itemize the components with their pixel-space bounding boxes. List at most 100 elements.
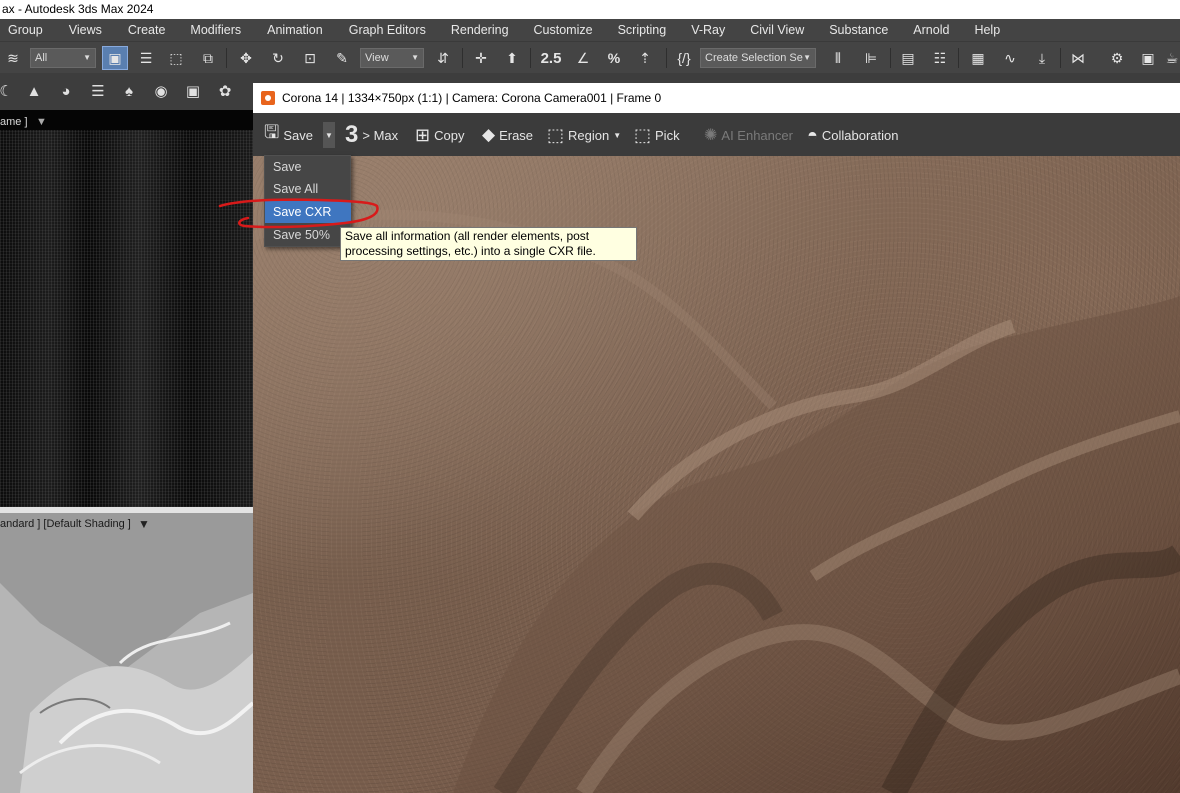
palette-icon[interactable]: ✿ [213, 79, 237, 103]
select-object-icon[interactable]: ▣ [102, 46, 128, 70]
layer-explorer-icon[interactable]: ☷ [928, 46, 952, 70]
render-setup-icon[interactable]: ⚙ [1104, 46, 1130, 70]
window-title: ax - Autodesk 3ds Max 2024 [0, 0, 1180, 19]
scene-explorer-icon[interactable]: ▤ [896, 46, 920, 70]
vfb-toolbar: 🖫 Save ▼ 3 > Max ⊞ Copy ◆ Erase ⬚ Region ▼ ⬚ Pi… [253, 113, 1180, 156]
pick-label: Pick [655, 127, 680, 143]
toolbar-divider [890, 48, 891, 68]
save-dropdown-menu: Save Save All Save CXR Save 50% [264, 155, 351, 247]
select-manipulate-icon[interactable]: ✛ [468, 46, 494, 70]
tooltip-line-1: Save all information (all render element… [345, 229, 590, 243]
region-label: Region [568, 127, 610, 143]
collaboration-icon: ◓ [807, 124, 818, 145]
spinner-snap-icon[interactable]: ⇡ [632, 46, 658, 70]
menu-modifiers[interactable]: Modifiers [190, 19, 241, 41]
corona-vfb-window: Corona 14 | 1334×750px (1:1) | Camera: C… [253, 83, 1180, 793]
collaboration-button[interactable]: ◓ Collaboration [807, 122, 898, 148]
menu-views[interactable]: Views [69, 19, 102, 41]
bulb-icon[interactable]: ♠ [117, 79, 141, 103]
viewport-bottom[interactable]: andard ] [Default Shading ] ▼ [0, 513, 253, 793]
menu-item-save-cxr[interactable]: Save CXR [265, 201, 351, 223]
pie-icon[interactable]: ◕ [54, 79, 78, 103]
window-crossing-icon[interactable]: ⧉ [196, 46, 220, 70]
viewport-label[interactable]: ame ] [0, 116, 28, 128]
named-selection-dropdown[interactable]: Create Selection Se ▼ [700, 48, 816, 68]
ref-coord-dropdown[interactable]: View ▼ [360, 48, 424, 68]
schematic-view-icon[interactable]: ⤓ [1030, 46, 1054, 70]
rect-selection-icon[interactable]: ⬚ [164, 46, 188, 70]
toolbar-divider [958, 48, 959, 68]
selection-filter-dropdown[interactable]: All ▼ [30, 48, 96, 68]
curve-editor-icon[interactable]: ∿ [998, 46, 1022, 70]
menu-vray[interactable]: V-Ray [691, 19, 725, 41]
menu-substance[interactable]: Substance [829, 19, 888, 41]
pick-button[interactable]: ⬚ Pick [634, 122, 680, 148]
ai-enhancer-icon: ✺ [704, 127, 718, 144]
keyboard-shortcut-icon[interactable]: ⬆ [500, 46, 524, 70]
save-button[interactable]: 🖫 Save [264, 122, 313, 148]
menu-rendering[interactable]: Rendering [451, 19, 509, 41]
pivot-center-icon[interactable]: ⇵ [430, 46, 456, 70]
copy-icon: ⊞ [415, 124, 431, 145]
toolbar-divider [1060, 48, 1061, 68]
select-by-name-icon[interactable]: ☰ [134, 46, 158, 70]
erase-button[interactable]: ◆ Erase [482, 122, 533, 148]
menu-customize[interactable]: Customize [534, 19, 593, 41]
percent-snap-icon[interactable]: % [602, 46, 626, 70]
save-dropdown-arrow[interactable]: ▼ [323, 122, 335, 148]
toolbar-divider [462, 48, 463, 68]
move-icon[interactable]: ✥ [234, 46, 258, 70]
menu-create[interactable]: Create [128, 19, 166, 41]
region-icon: ⬚ [547, 124, 565, 145]
region-dropdown-arrow[interactable]: ▼ [613, 131, 621, 140]
toolbar-divider [530, 48, 531, 68]
viewport-top[interactable]: ame ] ▼ [0, 110, 253, 507]
place-icon[interactable]: ✎ [330, 46, 354, 70]
menu-help[interactable]: Help [974, 19, 1000, 41]
to-max-label: > Max [362, 127, 399, 143]
save-label: Save [283, 127, 313, 143]
filter-icon[interactable]: ▼ [138, 517, 150, 531]
tree-icon[interactable]: ▲ [22, 79, 46, 103]
photo-icon[interactable]: ▣ [181, 79, 205, 103]
angle-snap-icon[interactable]: ∠ [570, 46, 596, 70]
pick-icon: ⬚ [634, 124, 652, 145]
mirror-icon[interactable]: ⫴ [826, 46, 850, 70]
region-button[interactable]: ⬚ Region ▼ [547, 122, 621, 148]
align-icon[interactable]: ⊫ [858, 46, 884, 70]
main-toolbar: ≋ All ▼ ▣ ☰ ⬚ ⧉ ✥ ↻ ⊡ ✎ View ▼ ⇵ ✛ ⬆ 2.5 ∠… [0, 41, 1180, 73]
rotate-icon[interactable]: ↻ [266, 46, 290, 70]
material-editor-icon[interactable]: ⋈ [1066, 46, 1090, 70]
menu-group[interactable]: Group [8, 19, 43, 41]
snaps-toggle-icon[interactable]: 2.5 [538, 46, 564, 70]
save-icon: 🖫 [264, 122, 280, 142]
menu-civil-view[interactable]: Civil View [750, 19, 804, 41]
viewport-label[interactable]: andard ] [Default Shading ] [0, 518, 131, 530]
scale-icon[interactable]: ⊡ [298, 46, 322, 70]
rendered-frame-window-icon[interactable]: ▣ [1136, 46, 1160, 70]
render-production-icon[interactable]: ☕ [1164, 46, 1180, 70]
erase-label: Erase [499, 127, 534, 143]
menu-item-save-50[interactable]: Save 50% [265, 224, 351, 246]
camera-icon[interactable]: ◉ [149, 79, 173, 103]
moon-icon[interactable]: ☾ [0, 79, 18, 103]
menu-graph-editors[interactable]: Graph Editors [349, 19, 426, 41]
link-icon[interactable]: ≋ [2, 46, 24, 70]
menu-animation[interactable]: Animation [267, 19, 323, 41]
to-max-button[interactable]: 3 > Max [345, 121, 399, 148]
list-icon[interactable]: ☰ [86, 79, 110, 103]
copy-button[interactable]: ⊞ Copy [415, 122, 464, 148]
menu-item-save-all[interactable]: Save All [265, 178, 351, 200]
tooltip-line-2: processing settings, etc.) into a single… [345, 244, 596, 258]
menu-item-save[interactable]: Save [265, 156, 351, 178]
filter-icon[interactable]: ▼ [36, 116, 47, 128]
menu-scripting[interactable]: Scripting [618, 19, 667, 41]
toggle-ribbon-icon[interactable]: ▦ [966, 46, 990, 70]
ai-enhancer-button[interactable]: ✺ AI Enhancer [704, 122, 793, 148]
edit-named-selection-icon[interactable]: {/} [672, 46, 696, 70]
vfb-title-bar: Corona 14 | 1334×750px (1:1) | Camera: C… [253, 83, 1180, 113]
menu-arnold[interactable]: Arnold [913, 19, 949, 41]
copy-label: Copy [434, 127, 465, 143]
max-logo-icon: 3 [345, 121, 359, 148]
corona-logo-icon [261, 91, 275, 105]
